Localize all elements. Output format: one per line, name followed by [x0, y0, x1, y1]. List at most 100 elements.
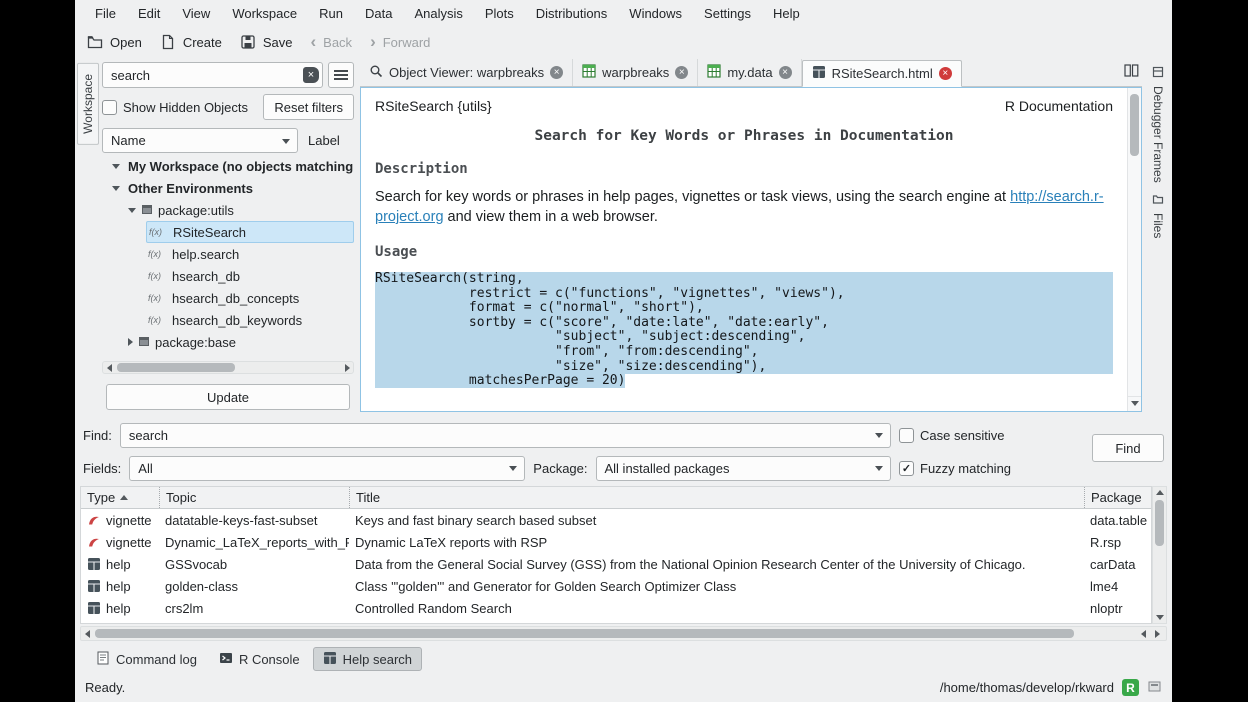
menu-distributions[interactable]: Distributions [526, 3, 618, 24]
find-label: Find: [83, 428, 112, 443]
list-icon [334, 69, 348, 81]
tab-files[interactable]: Files [1151, 193, 1165, 238]
scroll-right-icon[interactable] [1151, 628, 1163, 639]
menu-settings[interactable]: Settings [694, 3, 761, 24]
scroll-down-icon[interactable] [1154, 612, 1166, 623]
column-header-type[interactable]: Type [81, 487, 159, 508]
scrollbar-thumb[interactable] [95, 629, 1074, 638]
menu-plots[interactable]: Plots [475, 3, 524, 24]
name-column-value: Name [111, 133, 146, 148]
result-type: vignette [106, 535, 152, 550]
document-vertical-scrollbar[interactable] [1127, 88, 1141, 411]
scrollbar-track[interactable] [115, 363, 341, 372]
tree-horizontal-scrollbar[interactable] [102, 361, 354, 374]
results-vertical-scrollbar[interactable] [1152, 486, 1167, 624]
column-header-topic[interactable]: Topic [159, 487, 349, 508]
tree-item-other-environments[interactable]: Other Environments [102, 177, 354, 199]
show-hidden-checkbox[interactable] [102, 100, 117, 115]
scroll-left-icon[interactable] [1137, 628, 1149, 639]
r-engine-status-badge[interactable]: R [1122, 679, 1139, 696]
chevron-down-icon[interactable] [128, 208, 136, 213]
tab-help-search[interactable]: Help search [313, 647, 422, 671]
screen: File Edit View Workspace Run Data Analys… [0, 0, 1248, 702]
help-topic-header: RSiteSearch {utils} [375, 98, 492, 114]
menu-data[interactable]: Data [355, 3, 402, 24]
find-term-combo[interactable]: search [120, 423, 891, 448]
menu-run[interactable]: Run [309, 3, 353, 24]
scrollbar-thumb[interactable] [1130, 94, 1139, 156]
package-combo[interactable]: All installed packages [596, 456, 892, 481]
tree-item-hsearch-db-keywords[interactable]: f(x) hsearch_db_keywords [146, 309, 354, 331]
close-tab-icon[interactable]: × [939, 67, 952, 80]
scroll-down-icon[interactable] [1128, 396, 1141, 410]
clear-search-icon[interactable]: × [303, 67, 319, 83]
scrollbar-track[interactable] [93, 629, 1134, 638]
scrollbar-thumb[interactable] [1155, 500, 1164, 546]
create-button[interactable]: Create [160, 34, 222, 50]
table-row[interactable]: help golden-class Class '"golden"' and G… [81, 575, 1151, 597]
menu-workspace[interactable]: Workspace [222, 3, 307, 24]
cwd-icon[interactable] [1147, 679, 1162, 697]
configure-columns-button[interactable] [328, 62, 354, 88]
open-button[interactable]: Open [87, 34, 142, 50]
chevron-right-icon[interactable] [128, 338, 133, 346]
menu-help[interactable]: Help [763, 3, 810, 24]
tree-item-my-workspace[interactable]: My Workspace (no objects matching filter… [102, 155, 354, 177]
results-horizontal-scrollbar[interactable] [80, 626, 1167, 641]
close-tab-icon[interactable]: × [675, 66, 688, 79]
menu-analysis[interactable]: Analysis [404, 3, 472, 24]
tab-r-console[interactable]: R Console [210, 647, 309, 671]
scroll-up-icon[interactable] [1154, 487, 1166, 498]
split-view-icon[interactable] [1124, 63, 1139, 81]
save-button[interactable]: Save [240, 34, 293, 50]
save-icon [240, 34, 256, 50]
table-row[interactable]: help crs2lm Controlled Random Search nlo… [81, 597, 1151, 619]
menu-windows[interactable]: Windows [619, 3, 692, 24]
back-button[interactable]: ‹ Back [310, 35, 352, 50]
scroll-right-icon[interactable] [341, 362, 353, 373]
tab-workspace-vertical[interactable]: Workspace [77, 63, 99, 145]
update-button[interactable]: Update [106, 384, 350, 410]
name-column-combo[interactable]: Name [102, 128, 298, 153]
tree-item-help-search[interactable]: f(x) help.search [146, 243, 354, 265]
workspace-search-input[interactable] [102, 62, 323, 88]
table-row[interactable]: help GSSvocab Data from the General Soci… [81, 553, 1151, 575]
reset-filters-button[interactable]: Reset filters [263, 94, 354, 120]
tree-item-hsearch-db[interactable]: f(x) hsearch_db [146, 265, 354, 287]
fields-combo[interactable]: All [129, 456, 525, 481]
usage-code-block[interactable]: RSiteSearch(string, restrict = c("functi… [375, 272, 1113, 389]
tab-warpbreaks[interactable]: warpbreaks × [573, 59, 698, 86]
tree-item-package-utils[interactable]: package:utils [128, 199, 354, 221]
scroll-left-icon[interactable] [103, 362, 115, 373]
tree-item-package-base[interactable]: package:base [128, 331, 354, 353]
result-package: nloptr [1084, 601, 1151, 616]
menu-file[interactable]: File [85, 3, 126, 24]
table-row[interactable]: vignette datatable-keys-fast-subset Keys… [81, 509, 1151, 531]
case-sensitive-checkbox[interactable] [899, 428, 914, 443]
column-header-title[interactable]: Title [349, 487, 1084, 508]
tree-item-hsearch-db-concepts[interactable]: f(x) hsearch_db_concepts [146, 287, 354, 309]
close-tab-icon[interactable]: × [779, 66, 792, 79]
tab-rsitesearch-html[interactable]: RSiteSearch.html × [802, 60, 962, 87]
close-tab-icon[interactable]: × [550, 66, 563, 79]
menu-edit[interactable]: Edit [128, 3, 170, 24]
tab-my-data[interactable]: my.data × [698, 59, 801, 86]
scrollbar-thumb[interactable] [117, 363, 235, 372]
tab-command-log[interactable]: Command log [87, 647, 206, 671]
tab-debugger-frames[interactable]: Debugger Frames [1151, 66, 1165, 183]
tab-object-viewer-warpbreaks[interactable]: Object Viewer: warpbreaks × [360, 59, 573, 86]
document-area: Object Viewer: warpbreaks × warpbreaks ×… [358, 58, 1144, 414]
status-message: Ready. [85, 680, 125, 695]
table-row[interactable]: vignette Dynamic_LaTeX_reports_with_RSP … [81, 531, 1151, 553]
fuzzy-matching-checkbox[interactable]: ✓ [899, 461, 914, 476]
code-line: "from", "from:descending", [375, 345, 1113, 360]
forward-button[interactable]: › Forward [370, 35, 430, 50]
scroll-left-icon[interactable] [81, 628, 93, 639]
menu-view[interactable]: View [172, 3, 220, 24]
find-button[interactable]: Find [1092, 434, 1164, 462]
column-header-package[interactable]: Package [1084, 487, 1151, 508]
chevron-down-icon[interactable] [112, 186, 120, 191]
help-page-icon [87, 557, 101, 571]
tree-item-rsitesearch[interactable]: f(x) RSiteSearch [146, 221, 354, 243]
chevron-down-icon[interactable] [112, 164, 120, 169]
